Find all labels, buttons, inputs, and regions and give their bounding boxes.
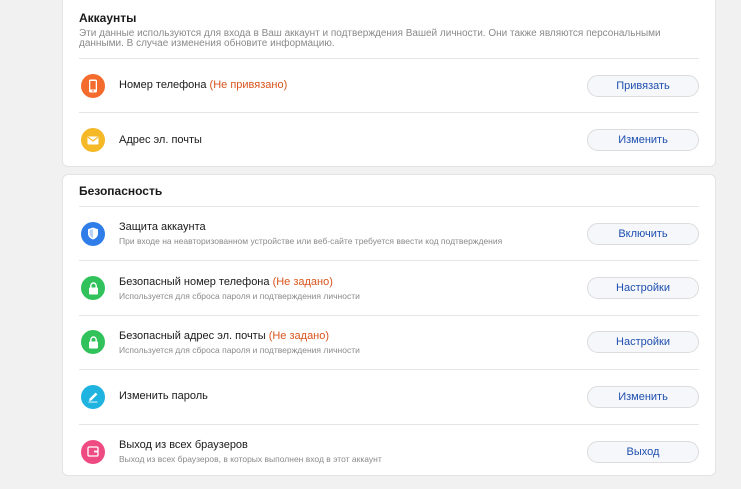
protection-subtitle: При входе на неавторизованном устройстве… xyxy=(119,236,503,247)
safe-email-label: Безопасный адрес эл. почты xyxy=(119,329,266,342)
phone-label: Номер телефона xyxy=(119,79,207,91)
bind-phone-button[interactable]: Привязать xyxy=(587,74,699,97)
phone-icon xyxy=(81,73,105,98)
exit-icon xyxy=(81,439,105,464)
safe-email-subtitle: Используется для сброса пароля и подтвер… xyxy=(119,344,360,355)
security-row-password: Изменить пароль Изменить xyxy=(79,370,699,425)
lock-icon xyxy=(81,276,105,301)
accounts-title: Аккаунты xyxy=(79,11,137,25)
phone-status: (Не привязано) xyxy=(209,79,288,91)
phone-row-title: Номер телефона (Не привязано) xyxy=(119,79,587,92)
accounts-card: Аккаунты Эти данные используются для вхо… xyxy=(62,0,716,167)
enable-protection-button[interactable]: Включить xyxy=(587,222,699,245)
logout-button[interactable]: Выход xyxy=(587,440,699,463)
security-row-logout: Выход из всех браузеров Выход из всех бр… xyxy=(79,425,699,479)
account-row-phone: Номер телефона (Не привязано) Привязать xyxy=(79,59,699,113)
account-row-email: Адрес эл. почты Изменить xyxy=(79,113,699,167)
change-password-button[interactable]: Изменить xyxy=(587,385,699,408)
safe-phone-label: Безопасный номер телефона xyxy=(119,275,270,288)
safe-phone-settings-button[interactable]: Настройки xyxy=(587,277,699,300)
security-header: Безопасность xyxy=(63,175,715,198)
security-row-safe-email: Безопасный адрес эл. почты (Не задано) И… xyxy=(79,316,699,371)
change-email-button[interactable]: Изменить xyxy=(587,129,699,151)
security-row-protection: Защита аккаунта При входе на неавторизов… xyxy=(79,207,699,262)
security-row-safe-phone: Безопасный номер телефона (Не задано) Ис… xyxy=(79,261,699,316)
protection-title: Защита аккаунта xyxy=(119,221,206,234)
security-card: Безопасность Защита аккаунта При входе н… xyxy=(62,174,716,476)
password-title: Изменить пароль xyxy=(119,390,208,403)
accounts-description: Эти данные используются для входа в Ваш … xyxy=(79,28,661,49)
lock-icon xyxy=(81,330,105,355)
logout-subtitle: Выход из всех браузеров, в которых выпол… xyxy=(119,454,382,465)
shield-icon xyxy=(81,221,105,246)
safe-phone-status: (Не задано) xyxy=(272,275,333,288)
safe-email-settings-button[interactable]: Настройки xyxy=(587,331,699,354)
logout-title: Выход из всех браузеров xyxy=(119,439,248,452)
safe-phone-subtitle: Используется для сброса пароля и подтвер… xyxy=(119,290,360,301)
safe-email-status: (Не задано) xyxy=(268,329,330,342)
mail-icon xyxy=(81,128,105,152)
pen-icon xyxy=(81,384,105,409)
safe-email-row-title: Безопасный адрес эл. почты (Не задано) xyxy=(119,330,587,343)
safe-phone-row-title: Безопасный номер телефона (Не задано) xyxy=(119,276,587,289)
accounts-header: Аккаунты Эти данные используются для вхо… xyxy=(63,0,715,49)
security-title: Безопасность xyxy=(79,184,163,198)
email-label: Адрес эл. почты xyxy=(119,133,202,146)
email-row-title: Адрес эл. почты xyxy=(119,134,587,147)
